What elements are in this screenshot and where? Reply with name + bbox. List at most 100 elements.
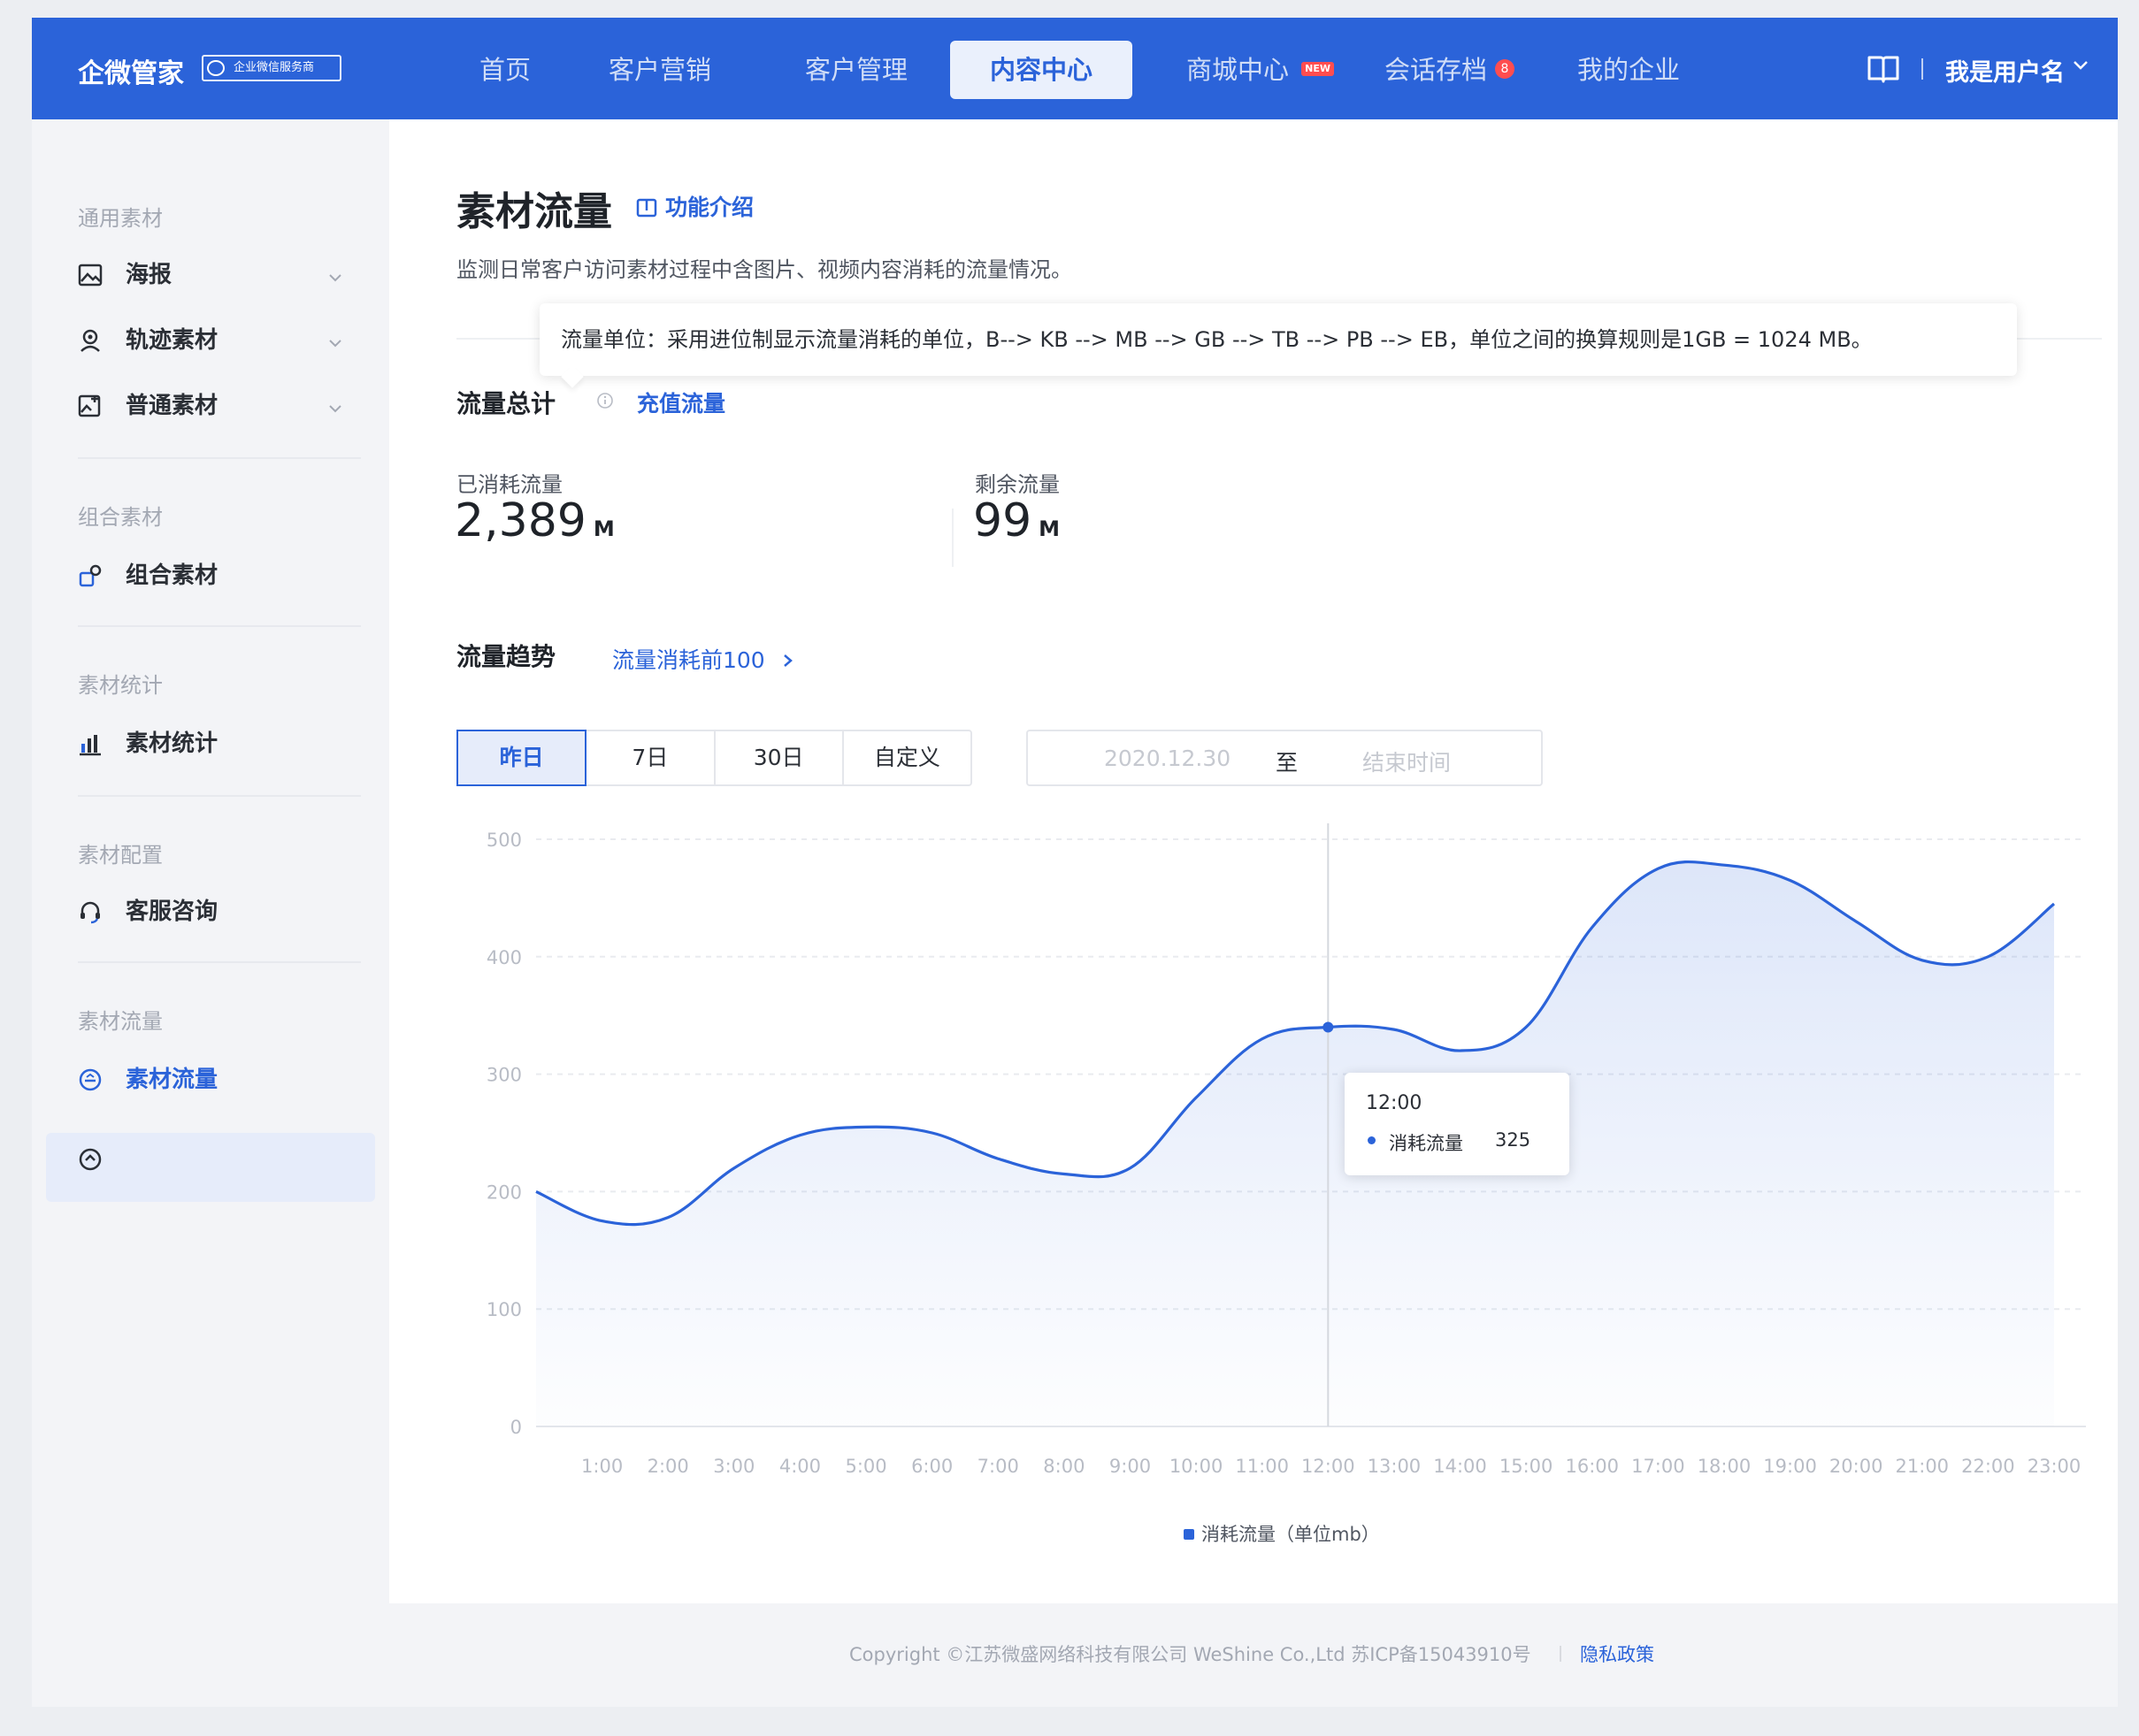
y-tick-label: 200	[487, 1182, 522, 1203]
chevron-down-icon[interactable]	[327, 270, 343, 287]
legend-swatch	[1184, 1529, 1194, 1540]
nav-content-center-label: 内容中心	[989, 55, 1092, 85]
header-divider	[1921, 58, 1923, 80]
end-date-input[interactable]: 结束时间	[1362, 746, 1451, 777]
nav-customer-marketing-label: 客户营销	[608, 55, 711, 85]
sidebar-item-label: 海报	[126, 262, 172, 288]
chart-legend[interactable]: 消耗流量（单位mb）	[1184, 1520, 1380, 1547]
tab-yesterday[interactable]: 昨日	[456, 730, 587, 786]
x-tick-label: 11:00	[1235, 1456, 1289, 1477]
service-provider-icon	[207, 60, 225, 76]
footer: Copyright ©江苏微盛网络科技有限公司 WeShine Co.,Ltd …	[389, 1603, 2118, 1707]
tooltip-time: 12:00	[1366, 1092, 1422, 1114]
stat-divider	[952, 509, 954, 567]
sidebar: 通用素材 海报 轨迹素材 普通素材 组合素材 组合素材 素材统计 素材统计 素材…	[32, 119, 389, 1707]
combine-icon	[78, 563, 103, 599]
nav-mall-center-label: 商城中心	[1185, 55, 1289, 85]
x-tick-label: 2:00	[648, 1456, 689, 1477]
traffic-unit-text: 流量单位：采用进位制显示流量消耗的单位，B--> KB --> MB --> G…	[561, 327, 1873, 352]
chart-tooltip: 12:00 消耗流量 325	[1345, 1073, 1569, 1175]
sidebar-divider	[78, 795, 361, 797]
tab-7-days[interactable]: 7日	[586, 731, 716, 784]
consumed-traffic-value: 2,389 M	[455, 494, 615, 547]
x-tick-label: 4:00	[779, 1456, 821, 1477]
chevron-down-icon[interactable]	[327, 401, 343, 417]
x-tick-label: 7:00	[978, 1456, 1019, 1477]
nav-my-enterprise[interactable]: 我的企业	[1573, 41, 1684, 99]
sidebar-group-title: 组合素材	[78, 505, 163, 530]
sidebar-group-title: 素材流量	[78, 1009, 163, 1034]
tooltip-value: 325	[1495, 1129, 1531, 1151]
y-tick-label: 400	[487, 947, 522, 968]
x-tick-label: 17:00	[1631, 1456, 1685, 1477]
nav-home-label: 首页	[479, 55, 531, 85]
y-tick-label: 100	[487, 1299, 522, 1320]
chevron-down-icon[interactable]	[327, 335, 343, 352]
x-tick-label: 22:00	[1961, 1456, 2015, 1477]
series-area	[536, 861, 2054, 1426]
start-date-input[interactable]: 2020.12.30	[1104, 746, 1230, 771]
book-icon	[636, 198, 657, 218]
feature-intro-link[interactable]: 功能介绍	[635, 190, 754, 222]
info-icon[interactable]	[596, 392, 614, 413]
tooltip-series-dot	[1368, 1136, 1376, 1144]
sidebar-item-label: 素材流量	[126, 1067, 218, 1093]
sidebar-divider	[78, 961, 361, 963]
top100-link[interactable]: 流量消耗前100	[612, 643, 795, 675]
legend-label: 消耗流量（单位mb）	[1201, 1524, 1380, 1545]
y-tick-label: 0	[510, 1417, 522, 1438]
sidebar-item-label: 组合素材	[126, 562, 218, 589]
x-tick-label: 1:00	[581, 1456, 623, 1477]
sidebar-item-label: 轨迹素材	[126, 327, 218, 354]
x-tick-label: 10:00	[1169, 1456, 1223, 1477]
x-tick-label: 5:00	[845, 1456, 886, 1477]
collapse-icon	[78, 1147, 103, 1182]
date-range-picker[interactable]: 2020.12.30 至 结束时间	[1026, 730, 1543, 786]
nav-chat-archive[interactable]: 会话存档 8	[1380, 41, 1514, 99]
sidebar-group-title: 通用素材	[78, 206, 163, 231]
x-tick-label: 9:00	[1109, 1456, 1151, 1477]
chevron-down-icon[interactable]	[2072, 58, 2089, 75]
series-line	[535, 860, 2056, 1227]
tooltip-arrow	[561, 365, 584, 388]
sidebar-item-label: 客服咨询	[126, 899, 218, 925]
consumed-traffic-number: 2,389	[455, 494, 586, 547]
dashboard-icon	[78, 1067, 103, 1103]
notification-badge: 8	[1495, 59, 1514, 79]
book-icon[interactable]	[1867, 53, 1900, 88]
app-window: 企微管家 企业微信服务商 首页 客户营销 客户管理 内容中心 商城中心 NEW 会…	[32, 18, 2118, 1707]
nav-mall-center[interactable]: 商城中心 NEW	[1182, 41, 1334, 99]
feature-intro-label: 功能介绍	[665, 195, 755, 220]
nav-my-enterprise-label: 我的企业	[1576, 55, 1680, 85]
sidebar-group-title: 素材配置	[78, 843, 163, 868]
logo-badge-text: 企业微信服务商	[234, 61, 315, 74]
x-tick-label: 3:00	[713, 1456, 755, 1477]
footer-divider	[1560, 1646, 1561, 1662]
sidebar-group-title: 素材统计	[78, 673, 163, 698]
x-tick-label: 19:00	[1763, 1456, 1817, 1477]
page-description: 监测日常客户访问素材过程中含图片、视频内容消耗的流量情况。	[456, 257, 1072, 282]
y-tick-label: 300	[487, 1065, 522, 1086]
x-tick-label: 20:00	[1829, 1456, 1883, 1477]
logo-badge: 企业微信服务商	[202, 55, 341, 81]
range-tabs: 昨日 7日 30日 自定义	[456, 730, 972, 786]
user-location-icon	[78, 328, 103, 363]
hover-point	[1322, 1021, 1334, 1033]
user-name[interactable]: 我是用户名	[1945, 53, 2065, 88]
consumed-traffic-unit: M	[593, 516, 615, 541]
x-tick-label: 18:00	[1698, 1456, 1752, 1477]
tab-custom[interactable]: 自定义	[844, 731, 970, 784]
nav-customer-marketing[interactable]: 客户营销	[589, 41, 731, 99]
nav-customer-management[interactable]: 客户管理	[786, 41, 927, 99]
tab-30-days[interactable]: 30日	[716, 731, 844, 784]
sidebar-item-label: 素材统计	[126, 730, 218, 757]
recharge-link[interactable]: 充值流量	[637, 386, 725, 418]
x-tick-label: 23:00	[2028, 1456, 2082, 1477]
privacy-policy-link[interactable]: 隐私政策	[1580, 1640, 1654, 1667]
traffic-total-title: 流量总计	[456, 389, 556, 418]
nav-home[interactable]: 首页	[448, 41, 563, 99]
nav-content-center[interactable]: 内容中心	[950, 41, 1132, 99]
main-content: 素材流量 功能介绍 监测日常客户访问素材过程中含图片、视频内容消耗的流量情况。 …	[389, 119, 2118, 1603]
sidebar-divider	[78, 625, 361, 627]
date-range-separator: 至	[1276, 750, 1299, 776]
